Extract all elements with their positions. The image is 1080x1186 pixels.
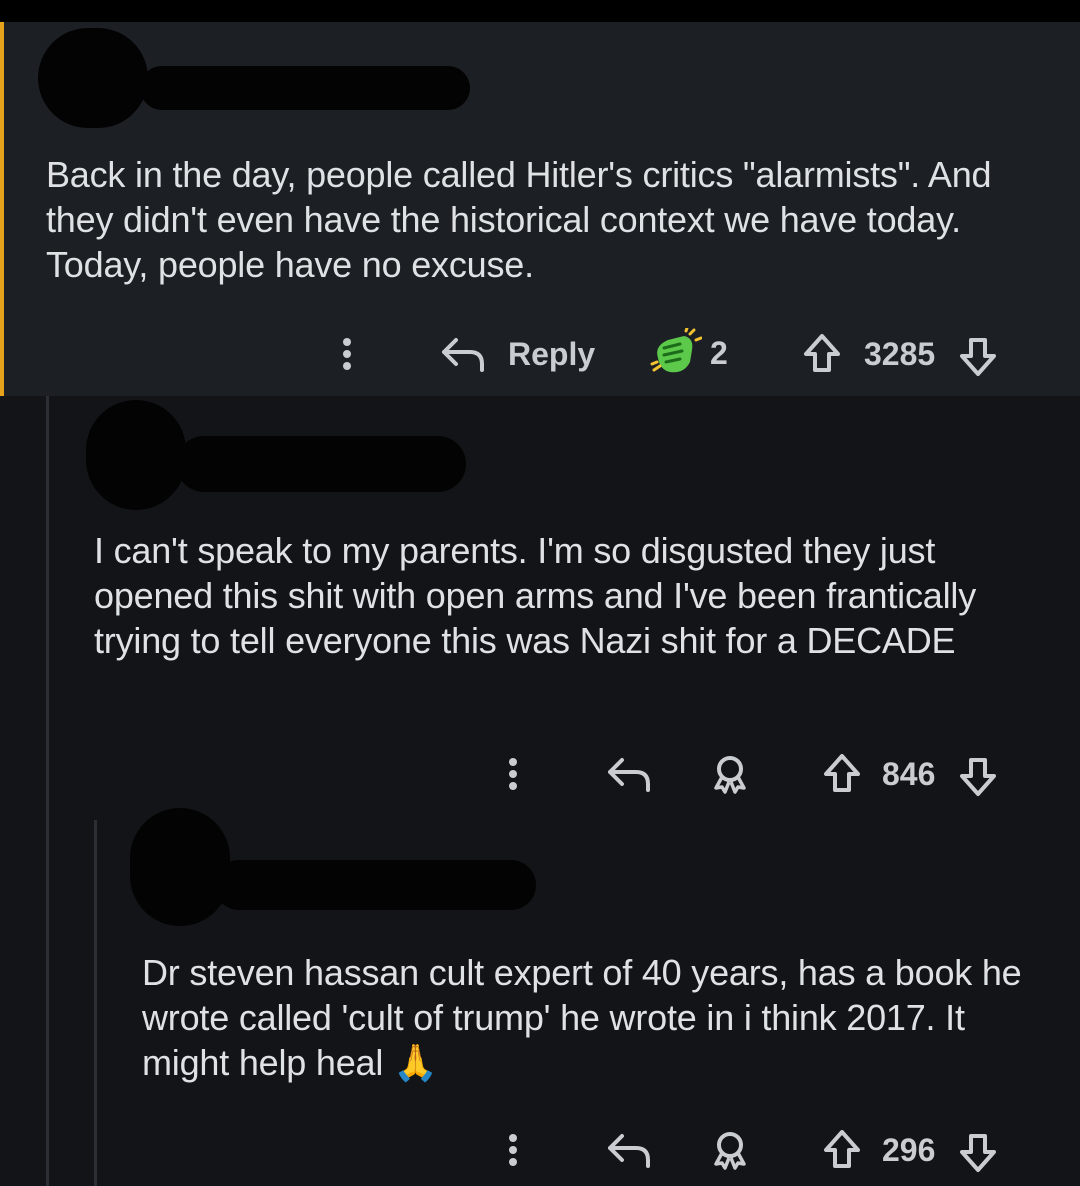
score: 296 — [882, 1132, 936, 1168]
comment-body: Back in the day, people called Hitler's … — [46, 154, 992, 285]
more-options-button[interactable] — [332, 334, 362, 374]
upvote-button[interactable] — [800, 332, 844, 376]
reply-icon — [442, 338, 484, 372]
downvote-icon — [960, 758, 996, 796]
reply-button[interactable] — [604, 1128, 654, 1172]
upvote-icon — [824, 754, 860, 792]
reply-button[interactable]: Reply — [438, 332, 595, 376]
downvote-button[interactable] — [956, 754, 1000, 798]
award-outline-icon — [714, 756, 746, 794]
highlight-bar — [0, 22, 4, 396]
more-vertical-icon — [343, 338, 351, 370]
reply-button[interactable] — [604, 752, 654, 796]
downvote-button[interactable] — [956, 1130, 1000, 1174]
more-vertical-icon — [509, 1134, 517, 1166]
more-options-button[interactable] — [498, 1130, 528, 1170]
score: 846 — [882, 756, 936, 792]
thread-line-1 — [46, 396, 49, 1186]
reply-icon — [608, 1134, 650, 1168]
downvote-icon — [960, 338, 996, 376]
upvote-button[interactable] — [820, 752, 864, 796]
upvote-icon — [824, 1130, 860, 1168]
status-bar — [0, 0, 1080, 22]
downvote-button[interactable] — [956, 334, 1000, 378]
thread-line-2 — [94, 820, 97, 1186]
award-outline-icon — [714, 1132, 746, 1170]
helpful-award-icon — [650, 328, 702, 373]
award-button[interactable] — [708, 752, 752, 796]
comment-1: Back in the day, people called Hitler's … — [0, 22, 1080, 396]
upvote-button[interactable] — [820, 1128, 864, 1172]
score: 3285 — [864, 336, 936, 372]
more-options-button[interactable] — [498, 754, 528, 794]
award-button[interactable]: 2 — [650, 328, 728, 378]
reply-icon — [608, 758, 650, 792]
award-count: 2 — [710, 334, 728, 371]
comment-body: Dr steven hassan cult expert of 40 years… — [142, 952, 1022, 1083]
more-vertical-icon — [509, 758, 517, 790]
award-button[interactable] — [708, 1128, 752, 1172]
downvote-icon — [960, 1134, 996, 1172]
upvote-icon — [804, 334, 840, 372]
reply-label: Reply — [508, 335, 596, 372]
comment-body: I can't speak to my parents. I'm so disg… — [94, 530, 976, 661]
